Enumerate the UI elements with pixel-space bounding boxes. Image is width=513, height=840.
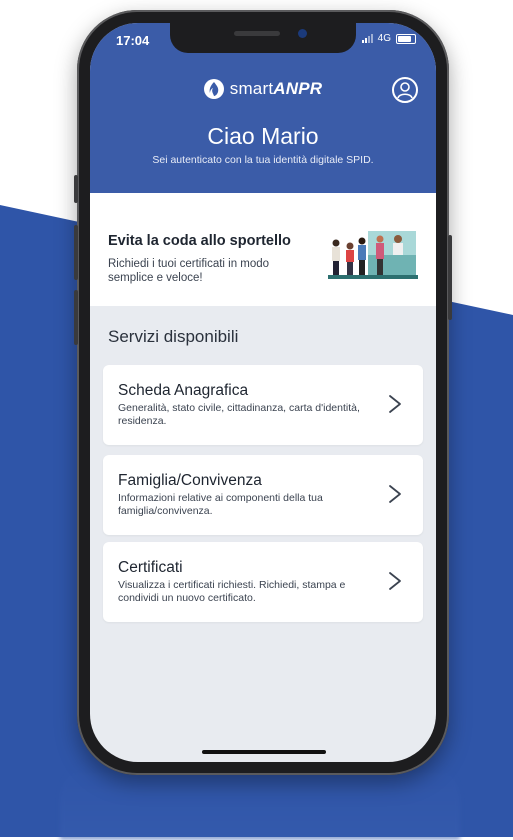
app-screen: 17:04 4G smartANPR Ciao Mario Sei autent…: [90, 23, 436, 762]
service-title: Certificati: [118, 559, 183, 576]
service-description: Generalità, stato civile, cittadinanza, …: [118, 402, 360, 427]
logo-brand: ANPR: [273, 79, 323, 98]
status-time: 17:04: [116, 33, 150, 48]
status-indicators: 4G: [361, 33, 416, 44]
chevron-right-icon: [389, 395, 401, 413]
anpr-flame-logo-icon: [203, 79, 224, 99]
promo-banner[interactable]: Evita la coda allo sportello Richiedi i …: [90, 193, 436, 306]
logo-text: smartANPR: [230, 79, 322, 99]
service-card-certificati[interactable]: Certificati Visualizza i certificati ric…: [103, 542, 423, 622]
user-profile-button[interactable]: [392, 77, 418, 103]
user-profile-icon: [397, 82, 413, 99]
speaker: [234, 31, 280, 36]
mute-switch: [74, 175, 78, 203]
service-description: Visualizza i certificati richiesti. Rich…: [118, 579, 346, 604]
service-title: Famiglia/Convivenza: [118, 472, 262, 489]
promo-title: Evita la coda allo sportello: [108, 233, 291, 249]
chevron-right-icon: [389, 485, 401, 503]
queue-at-counter-illustration: [328, 231, 418, 279]
notch: [170, 23, 356, 53]
phone-frame: 17:04 4G smartANPR Ciao Mario Sei autent…: [74, 10, 452, 775]
app-header: 17:04 4G smartANPR Ciao Mario Sei autent…: [90, 23, 436, 193]
signal-bars-icon: [361, 34, 373, 43]
home-indicator[interactable]: [202, 750, 326, 754]
service-title: Scheda Anagrafica: [118, 382, 249, 399]
front-camera: [298, 29, 307, 38]
service-card-famiglia-convivenza[interactable]: Famiglia/Convivenza Informazioni relativ…: [103, 455, 423, 535]
service-description: Informazioni relative ai componenti dell…: [118, 492, 323, 517]
auth-subtitle: Sei autenticato con la tua identità digi…: [152, 154, 374, 166]
logo-prefix: smart: [229, 79, 274, 98]
power-button: [448, 235, 452, 320]
services-section-title: Servizi disponibili: [108, 327, 239, 346]
greeting-title: Ciao Mario: [207, 123, 319, 149]
volume-down-button: [74, 290, 78, 345]
battery-icon: [396, 33, 416, 44]
app-logo: smartANPR: [90, 79, 436, 99]
network-type: 4G: [377, 33, 391, 44]
promo-description: Richiedi i tuoi certificati in modo semp…: [108, 258, 270, 284]
volume-up-button: [74, 225, 78, 280]
service-card-scheda-anagrafica[interactable]: Scheda Anagrafica Generalità, stato civi…: [103, 365, 423, 445]
chevron-right-icon: [389, 572, 401, 590]
